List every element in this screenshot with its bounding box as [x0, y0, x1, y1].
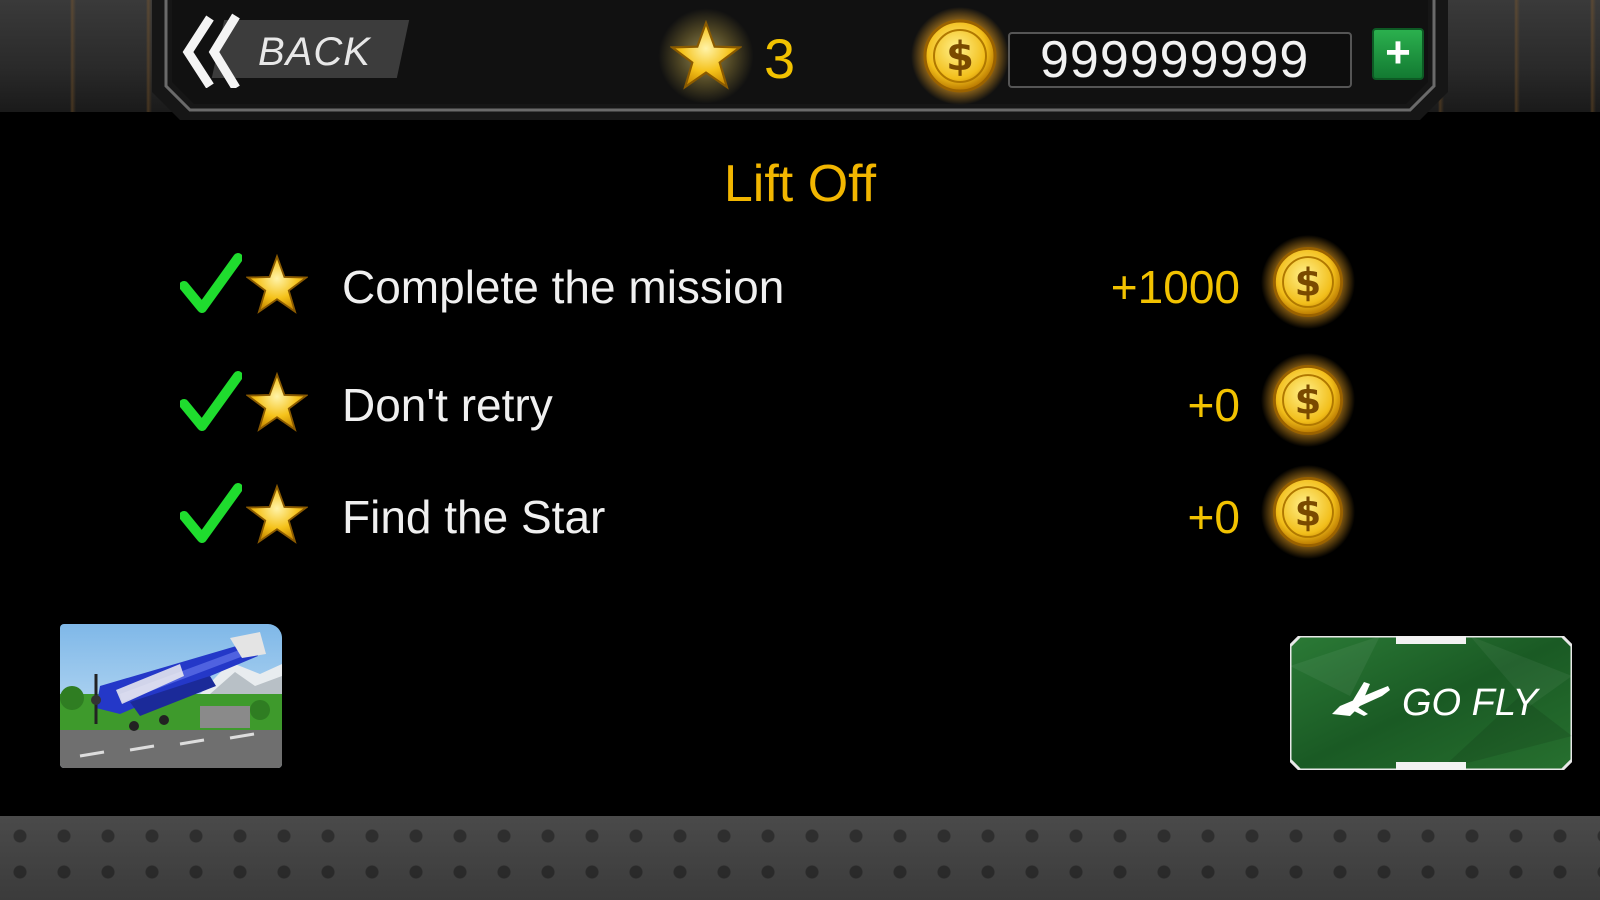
svg-text:$: $ — [1295, 378, 1322, 423]
star-icon — [246, 372, 308, 432]
objective-reward: +1000 — [1110, 261, 1240, 313]
objective-label: Don't retry — [342, 379, 553, 431]
star-icon — [670, 20, 742, 90]
mission-results-screen: BACK 3 $ 999999999 + Lift Off Complete t… — [0, 0, 1600, 900]
back-label: BACK — [258, 30, 371, 74]
checkmark-icon — [180, 253, 242, 313]
svg-text:$: $ — [946, 34, 974, 80]
svg-text:$: $ — [1295, 490, 1322, 535]
coin-total: 999999999 — [1040, 31, 1310, 89]
checkmark-icon — [180, 483, 242, 543]
star-count: 3 — [764, 27, 796, 90]
ground-background — [0, 816, 1600, 900]
dollar-coin-icon: $ — [911, 7, 1009, 105]
airplane-icon — [1332, 682, 1390, 716]
star-icon — [246, 484, 308, 544]
dollar-coin-icon: $ — [1260, 352, 1356, 448]
objective-reward: +0 — [1187, 491, 1240, 543]
dollar-coin-icon: $ — [1260, 234, 1356, 330]
checkmark-icon — [180, 371, 242, 431]
objective-reward: +0 — [1187, 379, 1240, 431]
go-fly-button[interactable]: GO FLY — [1290, 636, 1572, 770]
star-icon — [246, 254, 308, 314]
objective-row: Complete the mission +1000 $ — [180, 234, 1380, 330]
svg-text:$: $ — [1295, 260, 1322, 305]
star-counter: 3 — [658, 8, 818, 104]
plus-icon: + — [1385, 28, 1411, 77]
coin-counter: $ 999999999 + — [910, 6, 1435, 106]
double-chevron-left-icon — [182, 13, 240, 88]
mission-title: Lift Off — [723, 155, 877, 213]
objective-row: Don't retry +0 $ — [180, 352, 1380, 448]
back-button[interactable]: BACK — [180, 12, 410, 88]
dollar-coin-icon: $ — [1260, 464, 1356, 560]
add-coins-button[interactable]: + — [1372, 28, 1424, 80]
objective-label: Find the Star — [342, 491, 606, 543]
objective-label: Complete the mission — [342, 261, 785, 313]
objective-row: Find the Star +0 $ — [180, 464, 1380, 560]
go-fly-label: GO FLY — [1402, 682, 1538, 724]
plane-thumbnail[interactable] — [60, 624, 282, 768]
